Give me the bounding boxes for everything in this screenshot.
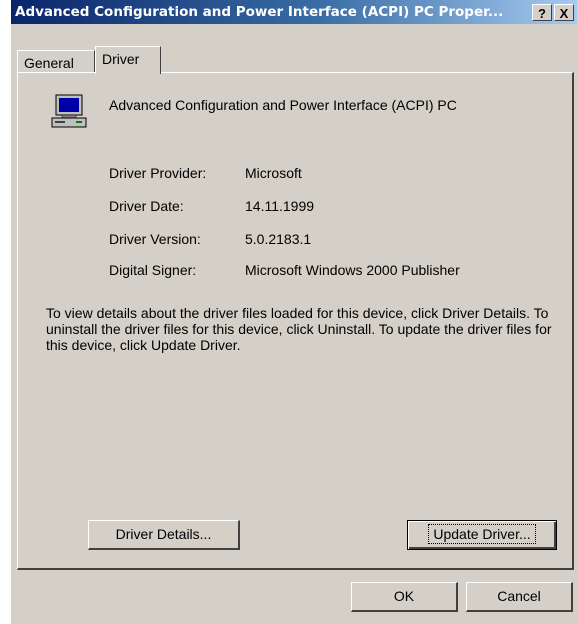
driver-tab-panel: Advanced Configuration and Power Interfa… — [17, 72, 574, 570]
driver-description: To view details about the driver files l… — [46, 305, 552, 353]
driver-date-label: Driver Date: — [109, 198, 184, 214]
window-title: Advanced Configuration and Power Interfa… — [15, 4, 504, 20]
device-name: Advanced Configuration and Power Interfa… — [109, 97, 457, 113]
update-driver-label: Update Driver... — [428, 524, 536, 544]
title-bar[interactable]: Advanced Configuration and Power Interfa… — [11, 0, 577, 24]
driver-details-button[interactable]: Driver Details... — [88, 520, 240, 550]
cancel-label: Cancel — [497, 588, 541, 604]
update-driver-button[interactable]: Update Driver... — [407, 520, 557, 550]
digital-signer-label: Digital Signer: — [109, 262, 197, 278]
digital-signer-value: Microsoft Windows 2000 Publisher — [245, 262, 460, 278]
driver-provider-value: Microsoft — [245, 165, 302, 181]
ok-label: OK — [393, 588, 415, 604]
driver-provider-label: Driver Provider: — [109, 165, 207, 181]
cancel-button[interactable]: Cancel — [466, 582, 573, 612]
help-button[interactable]: ? — [532, 4, 552, 21]
driver-version-value: 5.0.2183.1 — [245, 231, 312, 247]
properties-dialog: Advanced Configuration and Power Interfa… — [11, 0, 577, 624]
driver-details-label: Driver Details... — [115, 526, 212, 542]
ok-button[interactable]: OK — [351, 582, 458, 612]
tab-general[interactable]: General — [17, 50, 95, 72]
tab-driver-label: Driver — [102, 51, 140, 67]
tab-general-label: General — [24, 55, 74, 71]
driver-version-label: Driver Version: — [109, 231, 201, 247]
close-button[interactable]: X — [554, 4, 574, 21]
computer-icon — [51, 94, 87, 128]
driver-date-value: 14.11.1999 — [245, 198, 315, 214]
tab-driver[interactable]: Driver — [95, 46, 161, 74]
